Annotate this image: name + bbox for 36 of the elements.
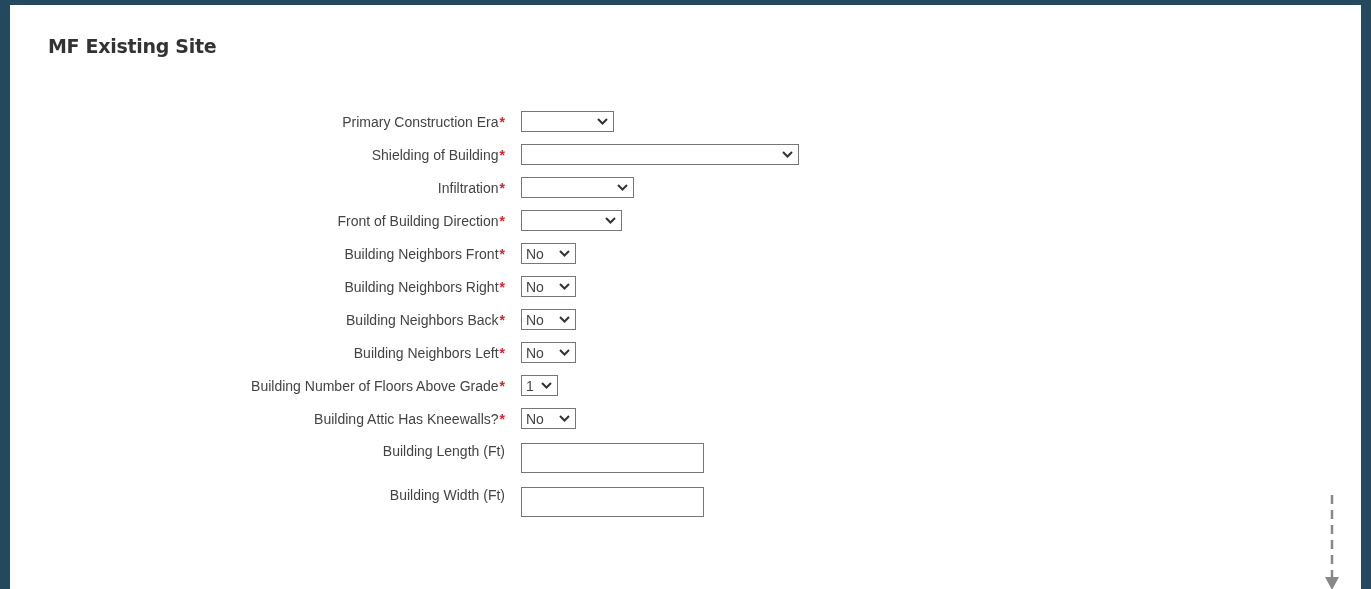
dropdown[interactable] [521,177,634,198]
dropdown[interactable]: No [521,309,576,330]
field-label: Primary Construction Era* [341,113,505,130]
dropdown[interactable] [521,111,614,132]
field-label: Building Width (Ft) [388,487,505,503]
field-label: Building Neighbors Front* [343,245,505,262]
field-label: Building Neighbors Back* [345,311,505,328]
chevron-down-icon [559,349,570,356]
field-label: Building Length (Ft) [381,443,505,459]
chevron-down-icon [782,151,793,158]
chevron-down-icon [541,382,552,389]
chevron-down-icon [559,316,570,323]
chevron-down-icon [559,250,570,257]
dropdown[interactable]: 1 [521,375,558,396]
dropdown[interactable] [521,144,799,165]
field-label: Building Number of Floors Above Grade* [250,377,505,394]
input-field[interactable] [521,443,704,473]
dropdown[interactable]: No [521,342,576,363]
scroll-down-arrow-icon [1325,495,1339,589]
chevron-down-icon [597,118,608,125]
chevron-down-icon [617,184,628,191]
dropdown[interactable] [521,210,622,231]
field-label: Building Neighbors Right* [343,278,505,295]
chevron-down-icon [605,217,616,224]
dropdown[interactable]: No [521,243,576,264]
field-label: Building Attic Has Kneewalls?* [313,410,505,427]
field-label: Front of Building Direction* [336,212,505,229]
field-label: Shielding of Building* [370,146,505,163]
chevron-down-icon [559,415,570,422]
dropdown[interactable]: No [521,408,576,429]
field-label: Building Neighbors Left* [352,344,505,361]
chevron-down-icon [559,283,570,290]
dropdown[interactable]: No [521,276,576,297]
panel-title: MF Existing Site [47,34,218,57]
input-field[interactable] [521,487,704,517]
field-label: Infiltration* [436,179,505,196]
